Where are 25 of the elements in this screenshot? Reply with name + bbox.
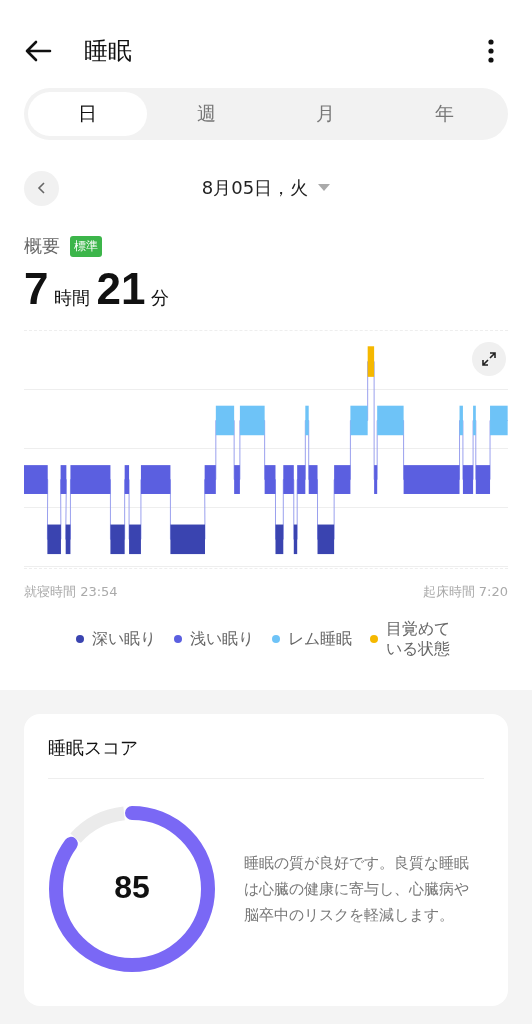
wake-time-label: 起床時間 7:20 xyxy=(422,583,508,601)
period-tab[interactable]: 週 xyxy=(147,92,266,136)
score-value: 85 xyxy=(113,869,151,906)
status-badge: 標準 xyxy=(70,235,102,257)
hours-unit: 時間 xyxy=(54,286,91,310)
summary-label: 概要 xyxy=(24,234,60,258)
minutes-unit: 分 xyxy=(151,286,170,310)
score-description: 睡眠の質が良好です。良質な睡眠は心臓の健康に寄与し、心臓病や脳卒中のリスクを軽減します。 xyxy=(244,854,470,925)
legend-label: 深い眠り xyxy=(92,628,156,650)
expand-icon[interactable] xyxy=(472,342,506,376)
previous-day-button[interactable] xyxy=(24,170,59,206)
legend-label: 浅い眠り xyxy=(190,628,254,650)
card-title: 睡眠スコア xyxy=(48,736,484,779)
legend-label: レム睡眠 xyxy=(288,628,352,650)
chevron-left-icon xyxy=(36,181,47,195)
period-tab[interactable]: 日 xyxy=(28,92,147,136)
duration-minutes: 21 xyxy=(96,264,146,314)
date-selector[interactable]: 8月05日，火 xyxy=(201,176,331,200)
period-tab[interactable]: 月 xyxy=(266,92,385,136)
page-title: 睡眠 xyxy=(84,36,133,67)
period-tab[interactable]: 年 xyxy=(385,92,504,136)
dropdown-caret-icon xyxy=(318,184,331,192)
duration-hours: 7 xyxy=(24,264,49,314)
legend-label: 目覚めている状態 xyxy=(386,619,451,659)
bedtime-label: 就寝時間 23:54 xyxy=(24,583,118,601)
